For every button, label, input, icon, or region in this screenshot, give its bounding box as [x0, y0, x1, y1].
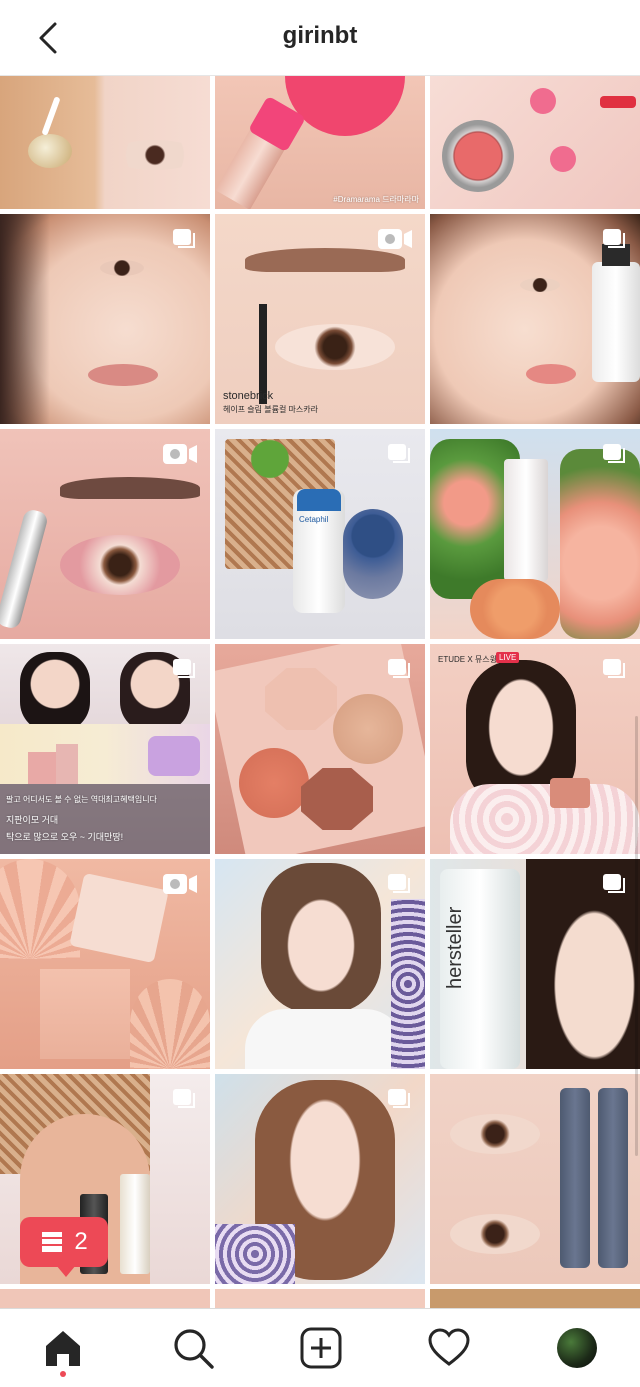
post-thumbnail[interactable] [0, 1289, 210, 1308]
post-caption: stonebrick [223, 390, 274, 402]
live-badge: LIVE [496, 652, 520, 663]
nav-home[interactable] [38, 1323, 88, 1373]
post-thumbnail[interactable]: 팔고 어디서도 볼 수 없는 역대최고혜택입니다 지판이모 거대 탁으로 많으로… [0, 644, 210, 854]
carousel-icon [603, 444, 625, 463]
scrollbar[interactable] [635, 716, 638, 1156]
post-thumbnail[interactable] [215, 1289, 425, 1308]
post-grid: #Dramarama 드라마라마 stonebrick 헤이프 슬림 볼륨컬 마… [0, 76, 640, 1308]
post-thumbnail[interactable] [0, 214, 210, 424]
post-thumbnail[interactable] [215, 644, 425, 854]
video-icon [163, 444, 197, 464]
post-thumbnail[interactable]: stonebrick 헤이프 슬림 볼륨컬 마스카라 [215, 214, 425, 424]
post-thumbnail[interactable] [430, 214, 640, 424]
post-thumbnail[interactable]: #Dramarama 드라마라마 [215, 76, 425, 209]
post-thumbnail[interactable] [0, 859, 210, 1069]
video-icon [378, 229, 412, 249]
post-thumbnail[interactable]: hersteller [430, 859, 640, 1069]
avatar [557, 1328, 597, 1368]
post-stack-icon [42, 1232, 63, 1252]
post-caption-sub: 헤이프 슬림 볼륨컬 마스카라 [223, 405, 318, 414]
post-thumbnail[interactable]: Cetaphil [215, 429, 425, 639]
page-title: girinbt [282, 22, 358, 49]
carousel-icon [388, 874, 410, 893]
home-icon [46, 1331, 80, 1366]
nav-activity[interactable] [424, 1323, 474, 1373]
carousel-icon [603, 229, 625, 248]
post-caption: Cetaphil [299, 515, 329, 524]
live-comment: 지판이모 거대 [6, 815, 59, 825]
post-thumbnail[interactable]: ETUDE X 뮤스윙 LIVE [430, 644, 640, 854]
post-thumbnail[interactable] [430, 1074, 640, 1284]
live-comment: 탁으로 많으로 오우 ~ 기대만땅! [6, 832, 124, 842]
activity-notification-bubble[interactable]: 2 [20, 1217, 108, 1277]
carousel-icon [388, 659, 410, 678]
carousel-icon [603, 659, 625, 678]
post-caption: ETUDE X 뮤스윙 [438, 655, 497, 664]
carousel-icon [603, 874, 625, 893]
video-icon [163, 874, 197, 894]
post-caption: #Dramarama 드라마라마 [333, 195, 419, 204]
plus-square-icon [300, 1327, 342, 1369]
top-bar: girinbt [0, 0, 640, 76]
carousel-icon [388, 444, 410, 463]
carousel-icon [388, 1089, 410, 1108]
carousel-icon [173, 659, 195, 678]
post-thumbnail[interactable] [0, 429, 210, 639]
carousel-icon [173, 1089, 195, 1108]
post-thumbnail[interactable] [430, 76, 640, 209]
carousel-icon [173, 229, 195, 248]
home-active-dot [60, 1371, 66, 1377]
bottom-navigation [0, 1308, 640, 1387]
post-thumbnail[interactable] [430, 429, 640, 639]
post-caption: hersteller [444, 906, 466, 989]
notification-count: 2 [74, 1228, 88, 1255]
post-thumbnail[interactable] [0, 76, 210, 209]
search-icon [174, 1329, 214, 1369]
post-thumbnail[interactable] [215, 859, 425, 1069]
post-thumbnail[interactable] [430, 1289, 640, 1308]
nav-profile[interactable] [552, 1323, 602, 1373]
live-comment: 팔고 어디서도 볼 수 없는 역대최고혜택입니다 [6, 795, 157, 804]
heart-icon [428, 1328, 470, 1366]
nav-search[interactable] [168, 1323, 218, 1373]
post-thumbnail[interactable] [215, 1074, 425, 1284]
nav-new-post[interactable] [296, 1323, 346, 1373]
